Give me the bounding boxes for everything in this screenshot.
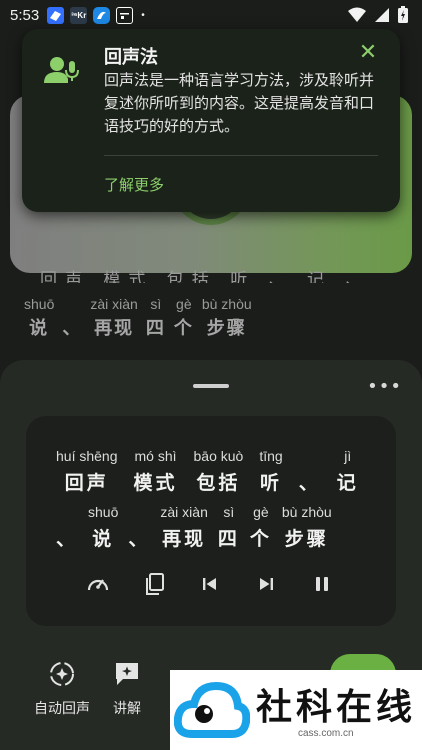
word-token: 、 (298, 472, 321, 494)
lesson-word: gè 个 (173, 296, 194, 339)
learn-more-link[interactable]: 了解更多 (104, 174, 164, 195)
watermark-overlay: 社科在线 cass.com.cn (170, 670, 422, 750)
popup-body: 回声法是一种语言学习方法，涉及聆听并复述你所听到的内容。这是提高发音和口语技巧的… (104, 71, 375, 135)
signal-icon (375, 7, 389, 22)
watermark-domain: cass.com.cn (298, 728, 354, 739)
lesson-word: 、 (62, 318, 83, 339)
word-token[interactable]: gè 个 (250, 504, 272, 551)
word-token[interactable]: sì 四 (218, 504, 240, 551)
battery-icon (398, 6, 408, 23)
browser-icon (93, 6, 111, 24)
copy-icon[interactable] (142, 572, 166, 596)
nav-auto-echo[interactable]: 自动回声 (34, 660, 90, 718)
close-icon[interactable]: ✕ (356, 41, 380, 65)
notification-dot: • (141, 9, 145, 21)
pause-icon[interactable] (310, 572, 334, 596)
lesson-word: bù zhòu 步骤 (201, 296, 252, 339)
echo-text-panel: huí shēng 回声 mó shì 模式 bāo kuò 包括 tīng 听 、 j… (26, 416, 396, 626)
status-time: 5:53 (10, 6, 40, 24)
explain-icon (113, 660, 141, 688)
nav-explain[interactable]: 讲解 (113, 660, 141, 718)
word-token: 、 (128, 528, 151, 550)
word-token[interactable]: zài xiàn 再现 (160, 504, 207, 551)
word-token[interactable]: mó shì 模式 (134, 448, 178, 495)
lesson-word: shuō 说 (24, 296, 55, 339)
lesson-text-row: shuō 说 、 zài xiàn 再现 sì 四 gè 个 bù zhòu 步骤 (24, 296, 260, 340)
popup-divider (104, 155, 378, 156)
word-token[interactable]: huí shēng 回声 (56, 448, 118, 495)
word-token: 、 (56, 528, 79, 550)
status-icons (348, 6, 408, 23)
sentence-line-2: 、 shuō 说 、 zài xiàn 再现 sì 四 gè 个 bù zhòu 步骤 (56, 504, 332, 551)
sheet-drag-handle[interactable] (193, 384, 229, 388)
status-bar: 5:53 ³⁶Kr • (0, 0, 422, 30)
auto-echo-icon (48, 660, 76, 688)
speed-icon[interactable] (86, 572, 110, 596)
more-options-icon[interactable]: ••• (367, 376, 402, 397)
lark-icon (47, 6, 65, 24)
echo-person-icon (44, 55, 80, 85)
watermark-title: 社科在线 (256, 687, 417, 728)
wifi-icon (348, 7, 366, 22)
nav-label: 讲解 (113, 701, 141, 717)
playback-controls (86, 572, 334, 596)
word-token[interactable]: bāo kuò 包括 (194, 448, 244, 495)
kr-icon: ³⁶Kr (70, 6, 88, 24)
popup-title: 回声法 (104, 47, 158, 68)
word-token[interactable]: bù zhòu 步骤 (282, 504, 332, 551)
skip-previous-icon[interactable] (198, 572, 222, 596)
word-token[interactable]: shuō 说 (88, 504, 118, 551)
lesson-text-partial: 回声 模式 包括 听 、 记 、 (40, 270, 371, 283)
echo-method-popup: 回声法 回声法是一种语言学习方法，涉及聆听并复述你所听到的内容。这是提高发音和口… (22, 29, 400, 212)
word-token[interactable]: tīng 听 (259, 448, 282, 495)
nav-label: 自动回声 (34, 701, 90, 717)
lesson-word: sì 四 (145, 296, 166, 339)
lesson-word: zài xiàn 再现 (90, 296, 138, 339)
word-token[interactable]: jì 记 (337, 448, 359, 495)
skip-next-icon[interactable] (254, 572, 278, 596)
cloud-logo-icon (174, 681, 250, 738)
calendar-icon (116, 6, 134, 24)
sentence-line-1: huí shēng 回声 mó shì 模式 bāo kuò 包括 tīng 听 、 j… (56, 448, 375, 495)
